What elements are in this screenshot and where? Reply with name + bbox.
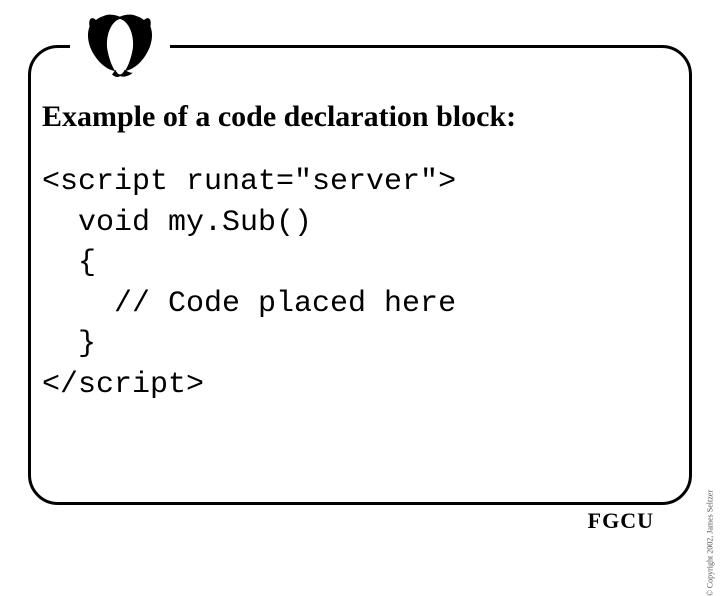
eagle-icon <box>80 12 160 84</box>
code-block: <script runat="server"> void my.Sub() { … <box>42 162 678 405</box>
footer-logo: FGCU <box>582 508 660 534</box>
heading: Example of a code declaration block: <box>42 100 678 134</box>
copyright-text: © Copyright 2002, James Seltzer <box>705 490 714 596</box>
slide-content: Example of a code declaration block: <sc… <box>42 100 678 490</box>
eagle-logo <box>70 8 170 88</box>
